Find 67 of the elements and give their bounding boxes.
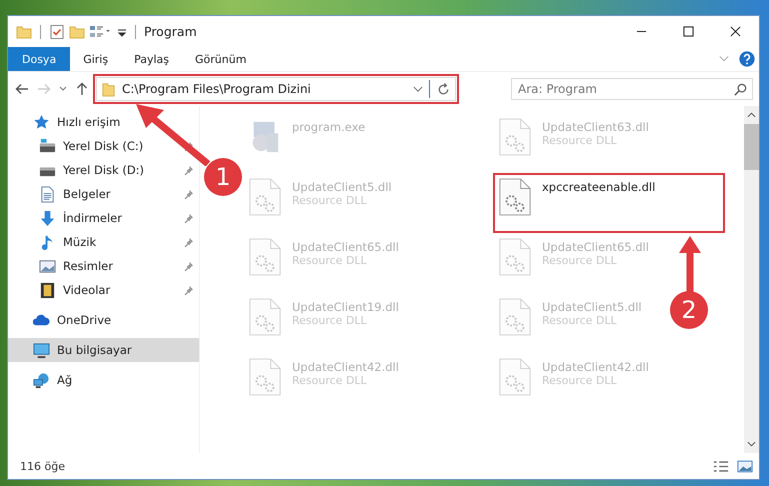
sidebar-item[interactable]: Yerel Disk (D:) [8,158,199,182]
doc-icon [39,186,56,202]
item-count: 116 öğe [20,460,65,472]
pin-icon[interactable] [183,212,194,224]
sidebar-item[interactable]: İndirmeler [8,206,199,230]
network-icon [33,372,50,388]
scroll-up-icon[interactable] [747,111,756,119]
annotation-badge: 1 [204,158,242,196]
sidebar-item[interactable]: Bu bilgisayar [8,338,199,362]
pc-icon [33,342,50,358]
download-icon [39,210,56,226]
gear-file-icon [248,178,282,216]
file-name: UpdateClient65.dll [542,240,649,254]
picture-icon [39,258,56,274]
pin-icon[interactable] [183,236,194,248]
pin-icon[interactable] [183,188,194,200]
chevron-icon[interactable] [413,86,423,92]
window-title: Program [144,24,197,39]
scrollbar-thumb[interactable] [744,124,759,170]
file-name: UpdateClient65.dll [292,240,399,254]
folder-icon [101,82,116,96]
gear-file-icon [498,178,532,216]
search-icon [733,82,748,97]
gear-file-icon [498,358,532,396]
drive-icon [39,138,56,154]
file-name: program.exe [292,120,366,134]
details-view-icon[interactable] [713,460,729,472]
file-name: UpdateClient63.dll [542,120,649,134]
file-name: UpdateClient42.dll [542,360,649,374]
gear-file-icon [498,118,532,156]
thumbnails-view-icon[interactable] [737,460,753,472]
sidebar-item[interactable]: Videolar [8,278,199,302]
sidebar-item[interactable]: Müzik [8,230,199,254]
ribbon-tab[interactable]: Giriş [70,47,122,71]
sidebar-item[interactable]: Resimler [8,254,199,278]
file-name: UpdateClient42.dll [292,360,399,374]
sidebar-item[interactable]: OneDrive [8,308,199,332]
scroll-down-icon[interactable] [747,440,756,448]
ribbon-tab[interactable]: Dosya [8,47,70,71]
ribbon-tab[interactable]: Görünüm [182,47,260,71]
file-name: UpdateClient5.dll [292,180,392,194]
sidebar-item[interactable]: Ağ [8,368,199,392]
pin-icon[interactable] [183,260,194,272]
pin-icon[interactable] [183,164,194,176]
gear-file-icon [498,298,532,336]
checklist-icon[interactable] [49,24,65,40]
properties-icon[interactable] [89,24,113,40]
address-path: C:\Program Files\Program Dizini [122,82,312,96]
gear-file-icon [248,298,282,336]
sidebar-item[interactable]: Hızlı erişim [8,110,199,134]
address-bar[interactable]: C:\Program Files\Program Dizini [96,77,456,101]
star-icon [33,114,50,130]
gear-file-icon [248,238,282,276]
refresh-icon[interactable] [436,82,451,96]
file-name: UpdateClient5.dll [542,300,642,314]
ribbon-tab[interactable]: Paylaş [121,47,182,71]
video-icon [39,282,56,298]
file-name: xpccreateenable.dll [542,180,656,194]
gear-file-icon [498,238,532,276]
search-field[interactable]: Ara: Program [511,78,753,100]
help-icon[interactable] [739,51,755,67]
annotation-badge: 2 [670,291,708,329]
gear-file-icon [248,358,282,396]
pin-icon[interactable] [183,284,194,296]
sidebar-item[interactable]: Belgeler [8,182,199,206]
file-name: UpdateClient19.dll [292,300,399,314]
file-item[interactable]: xpccreateenable.dll [494,174,724,232]
